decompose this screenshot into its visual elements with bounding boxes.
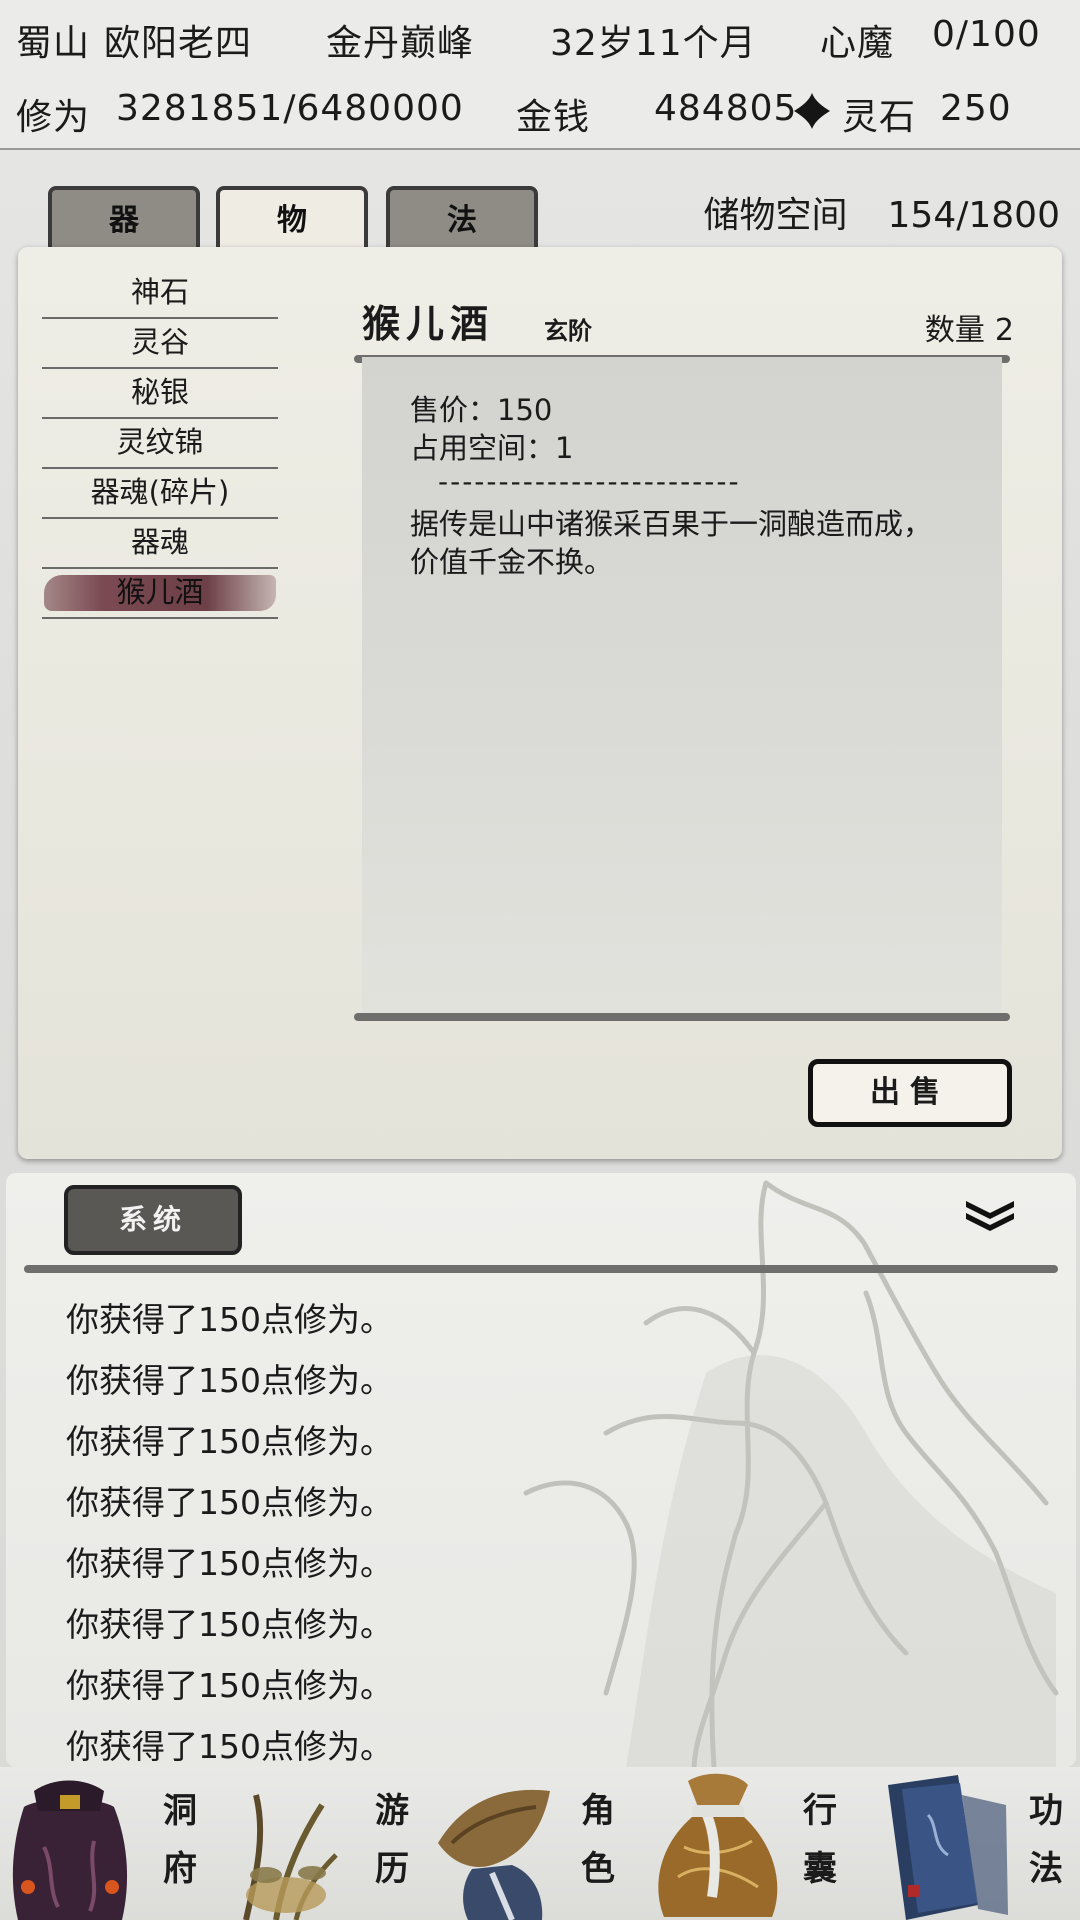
nav-label-bottom: 囊 (803, 1849, 837, 1889)
chevron-down-icon[interactable] (964, 1197, 1016, 1233)
money-value: 484805 (654, 88, 798, 129)
list-item[interactable]: 灵纹锦 (42, 419, 278, 469)
nav-cave-mansion[interactable]: 洞 府 (0, 1767, 216, 1920)
item-space: 占用空间：1 (410, 431, 574, 465)
nav-character[interactable]: 角 色 (432, 1767, 648, 1920)
sect-name: 蜀山 (16, 23, 91, 64)
list-item[interactable]: 神石 (42, 269, 278, 319)
tab-equipment[interactable]: 器 (48, 186, 200, 252)
travel-icon (243, 1794, 338, 1920)
cave-mansion-icon (12, 1780, 128, 1920)
nav-label-bottom: 历 (375, 1849, 409, 1889)
log-entry: 你获得了150点修为。 (66, 1727, 393, 1766)
spirit-stone-icon (794, 93, 830, 129)
character-icon (438, 1789, 550, 1920)
quantity-value: 2 (994, 313, 1014, 348)
technique-book-icon (888, 1775, 1008, 1920)
spirit-stone-value: 250 (940, 88, 1012, 129)
inventory-panel: 神石 灵谷 秘银 灵纹锦 器魂(碎片) 器魂 猴儿酒 猴儿酒 玄阶 数量 2 售价… (18, 247, 1062, 1159)
item-description-line2: 价值千金不换。 (410, 545, 614, 579)
nav-techniques[interactable]: 功 法 (864, 1767, 1080, 1920)
log-entry: 你获得了150点修为。 (66, 1666, 393, 1705)
tab-items[interactable]: 物 (216, 186, 368, 252)
storage-value: 154/1800 (887, 195, 1060, 236)
item-title: 猴儿酒 (362, 301, 495, 346)
demon-value: 0/100 (932, 14, 1041, 55)
nav-label-top: 洞 (163, 1791, 197, 1831)
list-item[interactable]: 器魂 (42, 519, 278, 569)
list-item[interactable]: 器魂(碎片) (42, 469, 278, 519)
quantity-label: 数量 (924, 313, 985, 348)
item-quantity: 数量 2 (925, 305, 1014, 349)
sell-button[interactable]: 出售 (808, 1059, 1012, 1127)
list-item[interactable]: 灵谷 (42, 319, 278, 369)
cultivation-value: 3281851/6480000 (116, 88, 464, 129)
bag-icon (658, 1773, 778, 1917)
log-entry: 你获得了150点修为。 (66, 1422, 393, 1461)
nav-label-top: 功 (1029, 1791, 1063, 1831)
list-item[interactable]: 秘银 (42, 369, 278, 419)
detail-bottom-divider (354, 1013, 1010, 1021)
player-name: 欧阳老四 (104, 23, 253, 64)
realm-text: 金丹巅峰 (326, 23, 475, 64)
nav-bag[interactable]: 行 囊 (648, 1767, 864, 1920)
cultivation-label: 修为 (16, 97, 91, 138)
log-entry: 你获得了150点修为。 (66, 1300, 393, 1339)
age-text: 32岁11个月 (550, 23, 757, 64)
spirit-stone-label: 灵石 (842, 97, 917, 138)
system-log-panel: 系统 你获得了150点修为。 你获得了150点修为。 你获得了150点修为。 你… (6, 1173, 1076, 1767)
item-price: 售价：150 (410, 393, 553, 427)
detail-separator: ------------------------- (438, 465, 741, 498)
list-item-selected[interactable]: 猴儿酒 (42, 569, 278, 619)
item-description-line1: 据传是山中诸猴采百果于一洞酿造而成， (410, 507, 933, 541)
nav-label-top: 游 (375, 1791, 409, 1831)
log-entry: 你获得了150点修为。 (66, 1605, 393, 1644)
nav-label-bottom: 法 (1029, 1849, 1063, 1889)
nav-travel[interactable]: 游 历 (216, 1767, 432, 1920)
storage-capacity: 储物空间 154/1800 (704, 186, 1060, 238)
log-divider (24, 1265, 1058, 1273)
log-entry: 你获得了150点修为。 (66, 1361, 393, 1400)
nav-label-bottom: 府 (163, 1849, 197, 1889)
tab-system-log[interactable]: 系统 (64, 1185, 242, 1255)
bottom-navigation: 洞 府 游 历 角 色 行 囊 功 法 (0, 1767, 1080, 1920)
demon-label: 心魔 (820, 23, 895, 64)
tab-techniques[interactable]: 法 (386, 186, 538, 252)
nav-label-top: 行 (803, 1791, 837, 1831)
nav-label-top: 角 (581, 1791, 615, 1831)
money-label: 金钱 (516, 97, 591, 138)
log-entry: 你获得了150点修为。 (66, 1544, 393, 1583)
nav-label-bottom: 色 (581, 1849, 615, 1889)
storage-label: 储物空间 (703, 195, 848, 236)
log-entry: 你获得了150点修为。 (66, 1483, 393, 1522)
item-grade: 玄阶 (544, 316, 592, 345)
status-bar: 蜀山 欧阳老四 金丹巅峰 32岁11个月 心魔 0/100 修为 3281851… (0, 0, 1080, 150)
